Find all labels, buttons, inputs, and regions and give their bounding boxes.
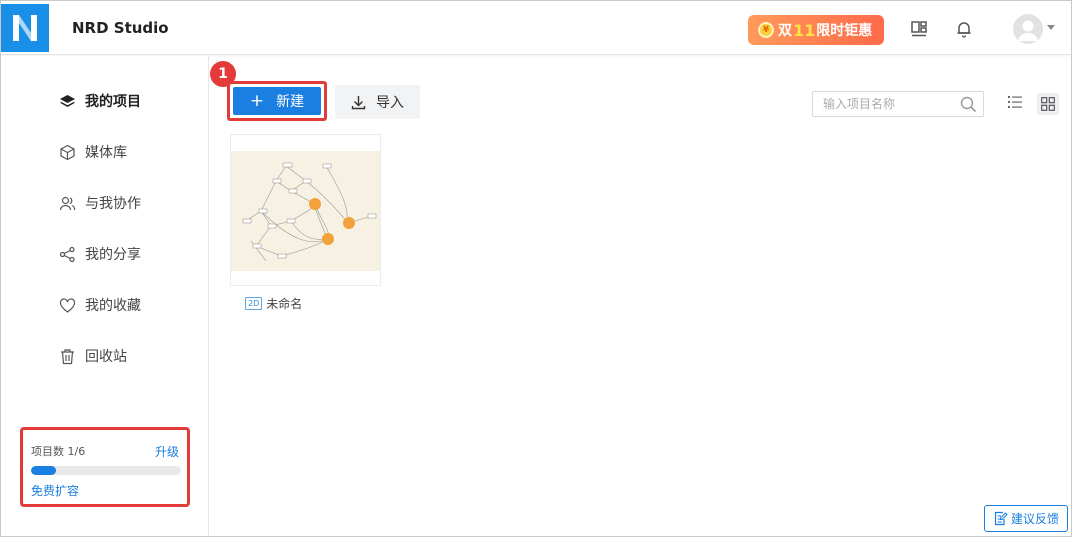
chevron-down-icon[interactable] — [1047, 25, 1055, 30]
search-box — [812, 91, 984, 117]
feedback-label: 建议反馈 — [1010, 512, 1059, 526]
bell-icon[interactable] — [954, 19, 974, 39]
upgrade-link[interactable]: 升级 — [155, 443, 179, 460]
coin-icon: ¥ — [758, 22, 774, 38]
project-card[interactable] — [230, 134, 381, 286]
user-icon — [1018, 20, 1038, 41]
search-icon[interactable] — [960, 96, 977, 117]
project-name-row: 2D 未命名 — [245, 295, 302, 312]
new-button-label: 新建 — [276, 94, 305, 110]
heart-icon — [58, 296, 76, 314]
sidebar-item-my-projects[interactable]: 我的项目 — [58, 91, 141, 111]
sidebar: 我的项目 媒体库 与我协作 我的分享 我的收藏 回收站 项目数 1/6 升级 免… — [1, 56, 209, 536]
search-input[interactable] — [813, 92, 953, 116]
main-content: 1 + 新建 导入 输入项目名称 2D 未命名 — [210, 56, 1071, 536]
new-project-button[interactable]: + 新建 — [233, 87, 321, 115]
sidebar-item-collaborate[interactable]: 与我协作 — [58, 193, 141, 213]
step-badge: 1 — [210, 61, 236, 87]
project-name[interactable]: 未命名 — [266, 295, 302, 312]
sidebar-item-label: 与我协作 — [85, 196, 141, 212]
free-expand-link[interactable]: 免费扩容 — [31, 482, 179, 499]
share-icon — [58, 245, 76, 263]
new-button-highlight: + 新建 — [227, 81, 327, 121]
trash-icon — [58, 347, 76, 365]
app-title: NRD Studio — [72, 19, 169, 37]
sidebar-item-media-library[interactable]: 媒体库 — [58, 142, 127, 162]
top-header: NRD Studio ¥ 双 11 限时钜惠 — [1, 1, 1071, 55]
project-type-badge: 2D — [245, 297, 263, 310]
project-quota-panel: 项目数 1/6 升级 免费扩容 — [20, 427, 190, 507]
sidebar-item-label: 媒体库 — [85, 145, 127, 161]
edit-doc-icon — [993, 511, 1008, 526]
avatar[interactable] — [1013, 14, 1043, 44]
feedback-button[interactable]: 建议反馈 — [984, 505, 1068, 532]
list-view-icon[interactable] — [1007, 94, 1023, 114]
promo-banner[interactable]: ¥ 双 11 限时钜惠 — [748, 15, 884, 45]
app-window: NRD Studio ¥ 双 11 限时钜惠 我的项目 媒体库 与我协作 我的分… — [0, 0, 1072, 537]
quota-label: 项目数 1/6 — [31, 445, 86, 458]
sidebar-item-favorites[interactable]: 我的收藏 — [58, 295, 141, 315]
logo-icon — [13, 15, 37, 41]
download-icon — [351, 95, 366, 110]
sidebar-item-label: 回收站 — [85, 349, 127, 365]
grid-view-icon[interactable] — [1037, 93, 1059, 115]
app-logo[interactable] — [1, 4, 49, 52]
sidebar-item-label: 我的分享 — [85, 247, 141, 263]
sidebar-item-label: 我的收藏 — [85, 298, 141, 314]
promo-prefix: 双 — [778, 23, 792, 39]
cube-icon — [58, 143, 76, 161]
project-thumbnail — [231, 151, 380, 271]
layers-icon — [58, 92, 76, 110]
promo-suffix: 限时钜惠 — [816, 23, 873, 39]
plus-icon: + — [249, 90, 265, 111]
promo-number: 11 — [793, 20, 816, 40]
users-icon — [58, 194, 76, 212]
layout-icon[interactable] — [909, 19, 929, 39]
import-button[interactable]: 导入 — [335, 85, 420, 119]
sidebar-item-my-shares[interactable]: 我的分享 — [58, 244, 141, 264]
quota-progress-fill — [31, 466, 56, 475]
quota-progress-bar — [31, 466, 181, 475]
import-button-label: 导入 — [376, 95, 404, 111]
sidebar-item-label: 我的项目 — [85, 94, 141, 110]
sidebar-item-trash[interactable]: 回收站 — [58, 346, 127, 366]
